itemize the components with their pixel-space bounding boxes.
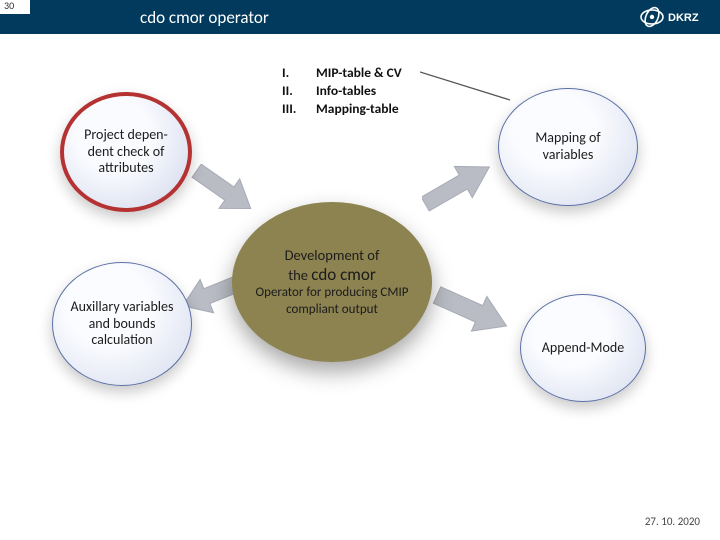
satellite-bottom-right: Append-Mode [520, 294, 646, 402]
table-list: I. MIP-table & CV II. Info-tables III. M… [282, 64, 402, 119]
list-num: II. [282, 82, 306, 100]
dkrz-logo: DKRZ [640, 6, 710, 28]
arrow-icon [422, 156, 500, 220]
footer-date: 27. 10. 2020 [645, 515, 700, 528]
logo-text: DKRZ [668, 12, 699, 24]
list-item: I. MIP-table & CV [282, 64, 402, 82]
slide-body: I. MIP-table & CV II. Info-tables III. M… [0, 34, 720, 504]
satellite-label: Auxillary variables and bounds calculati… [53, 293, 191, 355]
connector-line [420, 66, 540, 106]
center-line1: Development of [254, 246, 410, 264]
list-item: III. Mapping-table [282, 100, 402, 118]
satellite-label: Project depen- dent check of attributes [64, 121, 188, 183]
list-label: Info-tables [316, 82, 376, 100]
list-num: I. [282, 64, 306, 82]
list-item: II. Info-tables [282, 82, 402, 100]
satellite-top-right: Mapping of variables [498, 88, 638, 206]
page-number: 30 [0, 0, 30, 14]
slide-title: cdo cmor operator [140, 7, 269, 28]
list-label: Mapping-table [316, 100, 399, 118]
satellite-label: Mapping of variables [499, 124, 637, 170]
satellite-top-left: Project depen- dent check of attributes [60, 92, 192, 212]
list-label: MIP-table & CV [316, 64, 402, 82]
center-line2-emph: cdo cmor [311, 264, 376, 285]
center-text: Development of the cdo cmor Operator for… [254, 246, 410, 318]
arrow-icon [188, 164, 258, 224]
arrow-icon [432, 282, 512, 348]
page-number-text: 30 [4, 0, 14, 12]
satellite-bottom-left: Auxillary variables and bounds calculati… [52, 262, 192, 386]
center-bubble: Development of the cdo cmor Operator for… [232, 202, 432, 362]
satellite-label: Append-Mode [532, 334, 634, 363]
list-num: III. [282, 100, 306, 118]
center-line2-pre: the [288, 266, 311, 284]
center-line3: Operator for producing CMIP compliant ou… [254, 285, 410, 318]
slide-header: cdo cmor operator DKRZ [0, 0, 720, 34]
